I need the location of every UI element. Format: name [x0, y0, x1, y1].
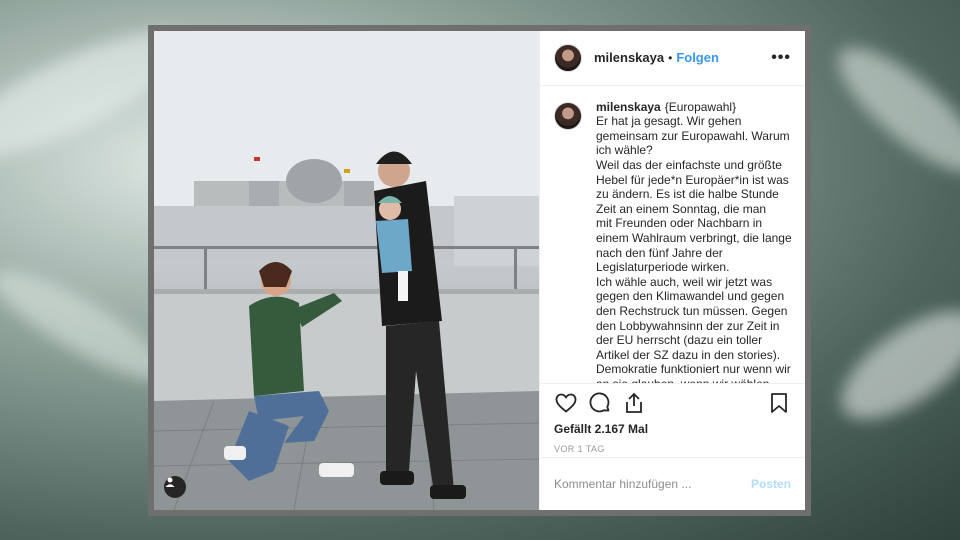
screenshot-frame: milenskaya • Folgen ••• milenskaya {Europ… — [148, 25, 811, 516]
caption-area[interactable]: milenskaya {Europawahl} Er hat ja gesagt.… — [540, 86, 805, 384]
share-button[interactable] — [622, 391, 646, 415]
follow-button[interactable]: Folgen — [676, 50, 719, 65]
bookmark-icon — [771, 393, 787, 414]
post-header: milenskaya • Folgen ••• — [540, 31, 805, 86]
user-icon — [165, 477, 175, 487]
instagram-post: milenskaya • Folgen ••• milenskaya {Europ… — [154, 31, 805, 510]
post-sidebar: milenskaya • Folgen ••• milenskaya {Europ… — [539, 31, 805, 510]
user-tag-button[interactable] — [164, 476, 186, 498]
header-username[interactable]: milenskaya — [594, 50, 664, 65]
background-streak — [821, 29, 960, 191]
comment-icon — [589, 392, 610, 413]
caption-text: Er hat ja gesagt. Wir gehen gemeinsam zu… — [596, 114, 792, 383]
more-options-icon[interactable]: ••• — [771, 49, 791, 67]
background-streak — [824, 290, 960, 440]
comment-input[interactable] — [554, 477, 751, 492]
action-bar — [540, 383, 805, 422]
post-photo — [154, 31, 539, 510]
like-button[interactable] — [554, 391, 578, 415]
heart-icon — [555, 393, 577, 413]
photo-illustration — [154, 31, 539, 510]
post-timestamp[interactable]: VOR 1 TAG — [540, 444, 805, 458]
save-button[interactable] — [767, 391, 791, 415]
comment-button[interactable] — [588, 391, 612, 415]
caption-username[interactable]: milenskaya — [596, 100, 661, 114]
like-count[interactable]: Gefällt 2.167 Mal — [540, 422, 805, 440]
comment-form: Posten — [540, 457, 805, 510]
separator-dot: • — [668, 50, 673, 65]
share-icon — [626, 392, 642, 414]
caption: milenskaya {Europawahl} Er hat ja gesagt.… — [596, 100, 795, 384]
avatar[interactable] — [554, 43, 582, 72]
caption-title: {Europawahl} — [664, 99, 737, 114]
avatar[interactable] — [554, 101, 582, 130]
post-comment-button[interactable]: Posten — [751, 477, 791, 491]
